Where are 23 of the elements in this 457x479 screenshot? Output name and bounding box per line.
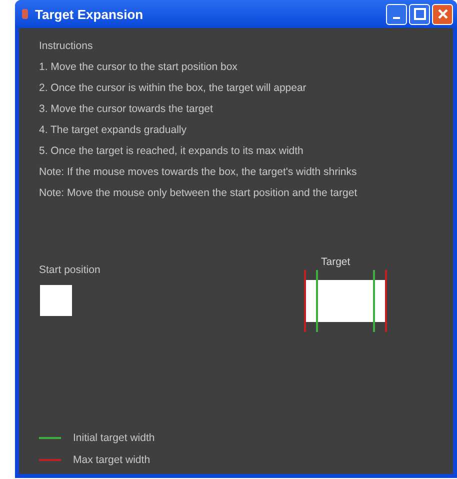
maximize-button[interactable] bbox=[409, 4, 430, 24]
legend-line bbox=[39, 436, 61, 440]
legend-label: Initial target width bbox=[73, 431, 155, 446]
app-icon bbox=[21, 8, 29, 20]
minimize-icon bbox=[393, 17, 400, 19]
instruction-text: Note: Move the mouse only between the start position and the target bbox=[39, 186, 358, 201]
start-position-label: Start position bbox=[39, 264, 100, 276]
legend-line bbox=[39, 458, 61, 462]
instruction-text: Note: If the mouse moves towards the box, the target's width shrinks bbox=[39, 165, 358, 180]
window-title: Target Expansion bbox=[35, 6, 144, 22]
instruction-text: 2. Once the cursor is within the box, the target will appear bbox=[39, 81, 308, 96]
maximize-icon bbox=[414, 8, 426, 20]
close-button[interactable] bbox=[432, 4, 453, 24]
instruction-text: 1. Move the cursor to the start position box bbox=[39, 60, 238, 75]
target-label: Target bbox=[321, 256, 350, 268]
legend-label: Max target width bbox=[73, 453, 150, 468]
minimize-button[interactable] bbox=[386, 4, 407, 24]
instruction-text: Instructions bbox=[39, 39, 94, 54]
instruction-text: 3. Move the cursor towards the target bbox=[39, 102, 214, 117]
instruction-text: 5. Once the target is reached, it expands to its max width bbox=[39, 144, 304, 159]
instruction-text: 4. The target expands gradually bbox=[39, 123, 188, 138]
close-icon bbox=[436, 8, 448, 20]
start-position-box[interactable] bbox=[40, 285, 72, 316]
